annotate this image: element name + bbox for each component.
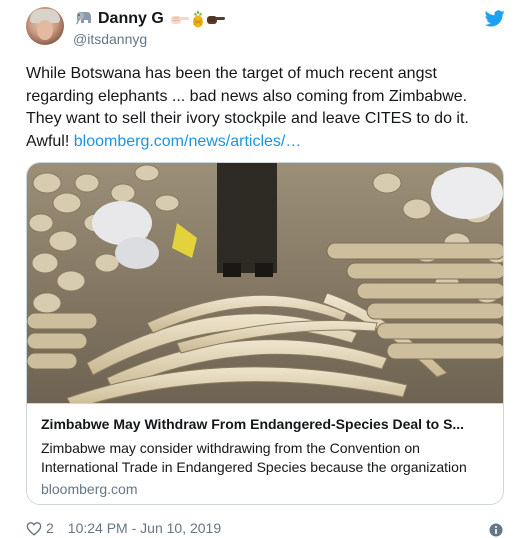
hand-pointing-right-dark-icon <box>206 16 225 24</box>
twitter-bird-icon[interactable] <box>485 10 505 27</box>
timestamp[interactable]: 10:24 PM - Jun 10, 2019 <box>68 520 221 536</box>
elephant-icon <box>76 12 91 25</box>
card-description: Zimbabwe may consider withdrawing from t… <box>41 440 467 475</box>
handle[interactable]: @itsdannyg <box>73 31 147 47</box>
name-row[interactable]: Danny G <box>73 9 227 29</box>
heart-icon[interactable] <box>26 521 42 536</box>
tweet-text: While Botswana has been the target of mu… <box>26 63 506 153</box>
card-title[interactable]: Zimbabwe May Withdraw From Endangered-Sp… <box>41 416 493 432</box>
link-card[interactable]: Zimbabwe May Withdraw From Endangered-Sp… <box>26 162 504 505</box>
info-icon[interactable] <box>489 523 503 537</box>
pineapple-icon <box>192 10 203 28</box>
like-count[interactable]: 2 <box>46 520 54 536</box>
tweet-footer: 2 10:24 PM - Jun 10, 2019 <box>26 520 221 536</box>
card-body: Zimbabwe May Withdraw From Endangered-Sp… <box>27 403 503 504</box>
hand-pointing-right-icon <box>170 16 189 24</box>
tweet-link[interactable]: bloomberg.com/news/articles/… <box>74 133 302 150</box>
tweet: Danny G @itsdannyg While Botswana has be… <box>0 0 527 538</box>
display-name[interactable]: Danny G <box>98 10 164 28</box>
avatar[interactable] <box>26 7 64 45</box>
card-domain: bloomberg.com <box>41 481 138 497</box>
name-emojis <box>170 10 227 28</box>
avatar-face <box>37 20 53 40</box>
ivory-stockpile-photo-icon <box>27 163 503 403</box>
